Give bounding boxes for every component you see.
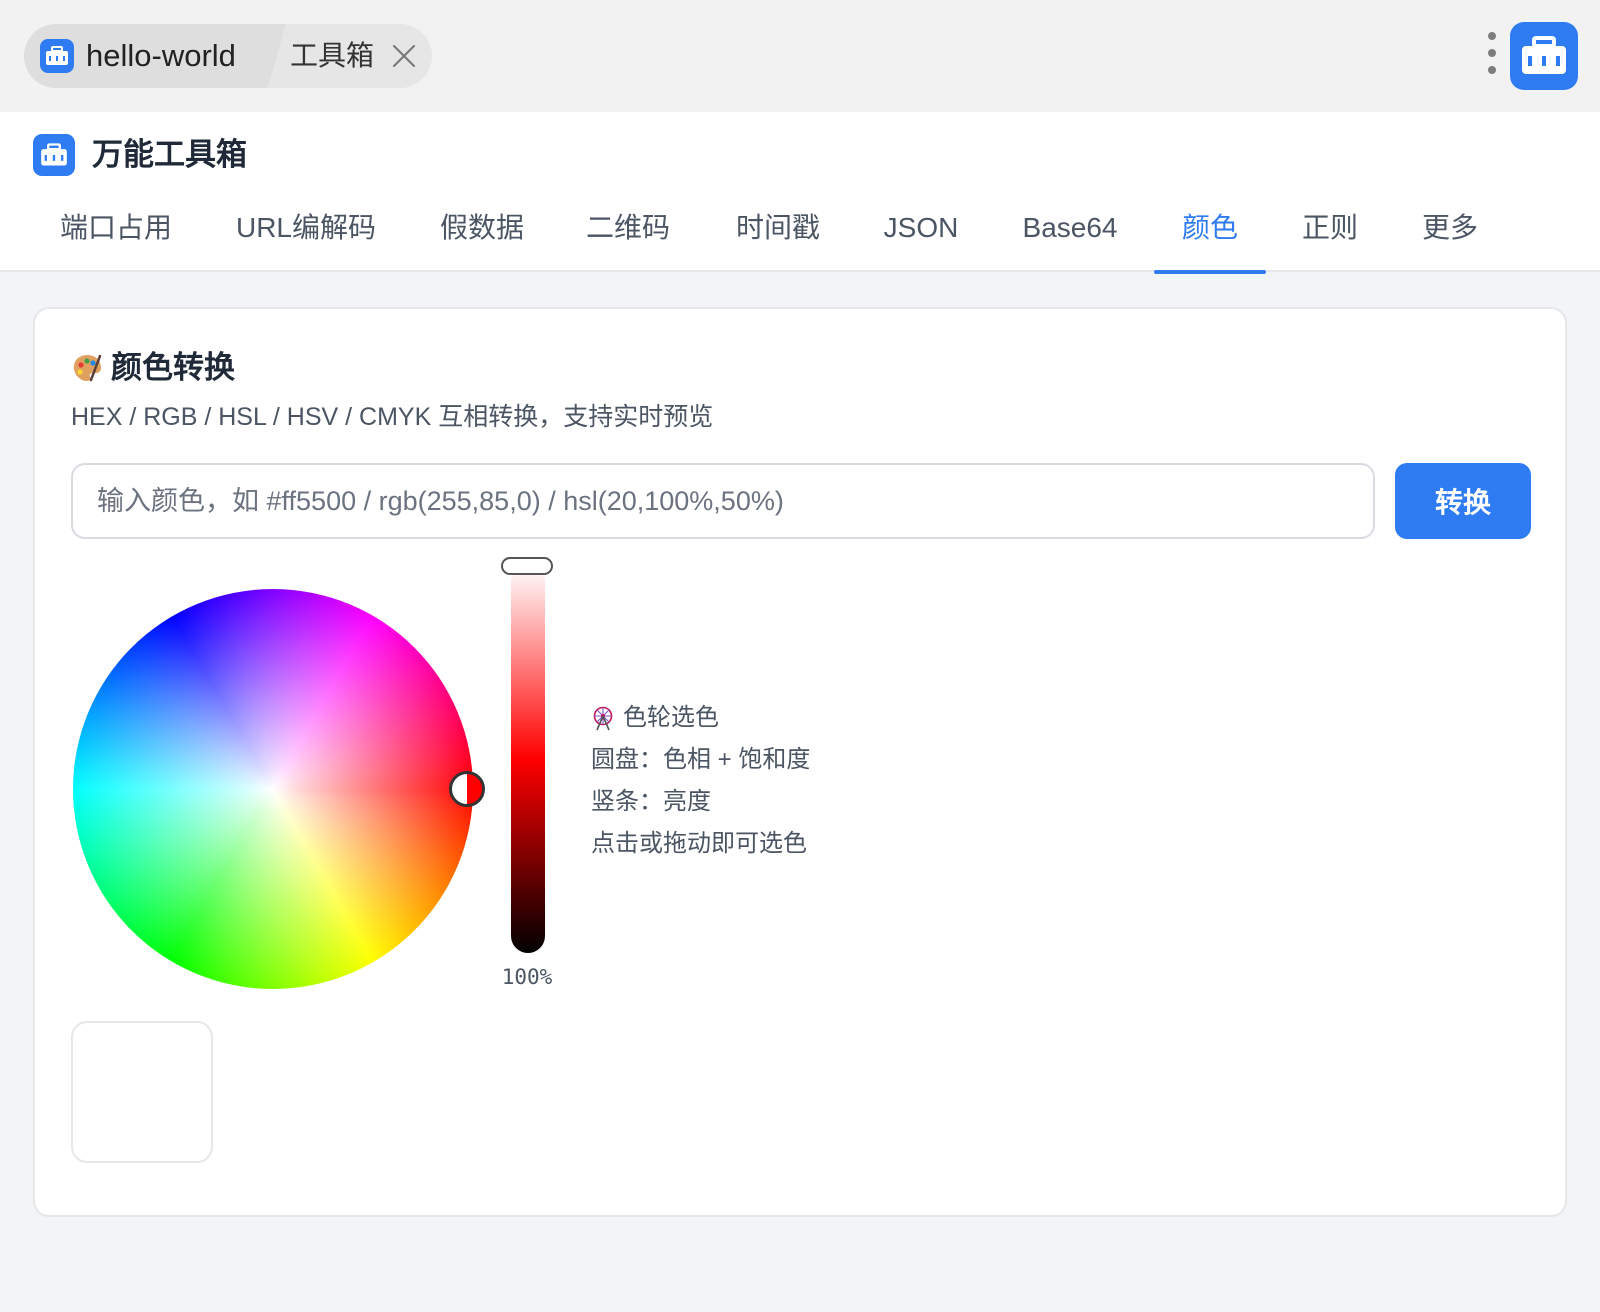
tab-fake-data[interactable]: 假数据 [426, 198, 538, 272]
close-icon[interactable] [390, 42, 418, 70]
tab-pill[interactable]: hello-world 工具箱 [24, 24, 432, 88]
tab-port[interactable]: 端口占用 [32, 198, 200, 272]
tab-qrcode[interactable]: 二维码 [572, 198, 684, 272]
brightness-value: 100% [501, 965, 553, 989]
palette-icon [71, 352, 103, 384]
color-input[interactable] [71, 463, 1375, 539]
app-title: 万能工具箱 [92, 137, 247, 172]
toolbox-icon [33, 134, 75, 176]
brightness-handle[interactable] [501, 557, 553, 575]
color-preview [71, 1021, 213, 1163]
ferris-wheel-icon [591, 705, 615, 731]
tab-timestamp[interactable]: 时间戳 [718, 198, 838, 272]
info-heading: 色轮选色 [591, 697, 1091, 739]
info-line-hint: 点击或拖动即可选色 [591, 830, 807, 857]
tool-tabs: 端口占用 URL编解码 假数据 二维码 时间戳 JSON Base64 颜色 正… [0, 198, 1600, 274]
tab-label[interactable]: 工具箱 [290, 40, 374, 72]
app-window: hello-world 工具箱 万能工具箱 端口占用 URL编解码 假数据 二维… [0, 0, 1600, 1312]
toolbox-icon [40, 39, 74, 73]
tab-base64[interactable]: Base64 [1006, 198, 1134, 272]
color-converter-card: 颜色转换 HEX / RGB / HSL / HSV / CMYK 互相转换，支… [33, 307, 1567, 1217]
card-title: 颜色转换 [71, 349, 235, 387]
tab-more[interactable]: 更多 [1408, 198, 1492, 272]
convert-button[interactable]: 转换 [1395, 463, 1531, 539]
more-vertical-icon[interactable] [1484, 32, 1500, 78]
card-title-text: 颜色转换 [111, 350, 235, 385]
toolbox-icon[interactable] [1510, 22, 1578, 90]
info-line-slider: 竖条：亮度 [591, 788, 711, 815]
brightness-slider[interactable] [511, 565, 545, 953]
info-line-wheel: 圆盘：色相 + 饱和度 [591, 746, 811, 773]
tab-url[interactable]: URL编解码 [220, 198, 392, 272]
tab-color[interactable]: 颜色 [1154, 198, 1266, 274]
app-header: 万能工具箱 端口占用 URL编解码 假数据 二维码 时间戳 JSON Base6… [0, 112, 1600, 274]
color-wheel[interactable] [73, 589, 485, 989]
wheel-handle[interactable] [449, 771, 485, 807]
wheel-info: 色轮选色 圆盘：色相 + 饱和度 竖条：亮度 点击或拖动即可选色 [591, 697, 1091, 865]
tab-json[interactable]: JSON [868, 198, 974, 272]
tab-regex[interactable]: 正则 [1290, 198, 1370, 272]
card-subtitle: HEX / RGB / HSL / HSV / CMYK 互相转换，支持实时预览 [71, 403, 714, 431]
titlebar: hello-world 工具箱 [0, 0, 1600, 112]
project-name[interactable]: hello-world [86, 38, 236, 74]
info-heading-text: 色轮选色 [623, 704, 719, 731]
